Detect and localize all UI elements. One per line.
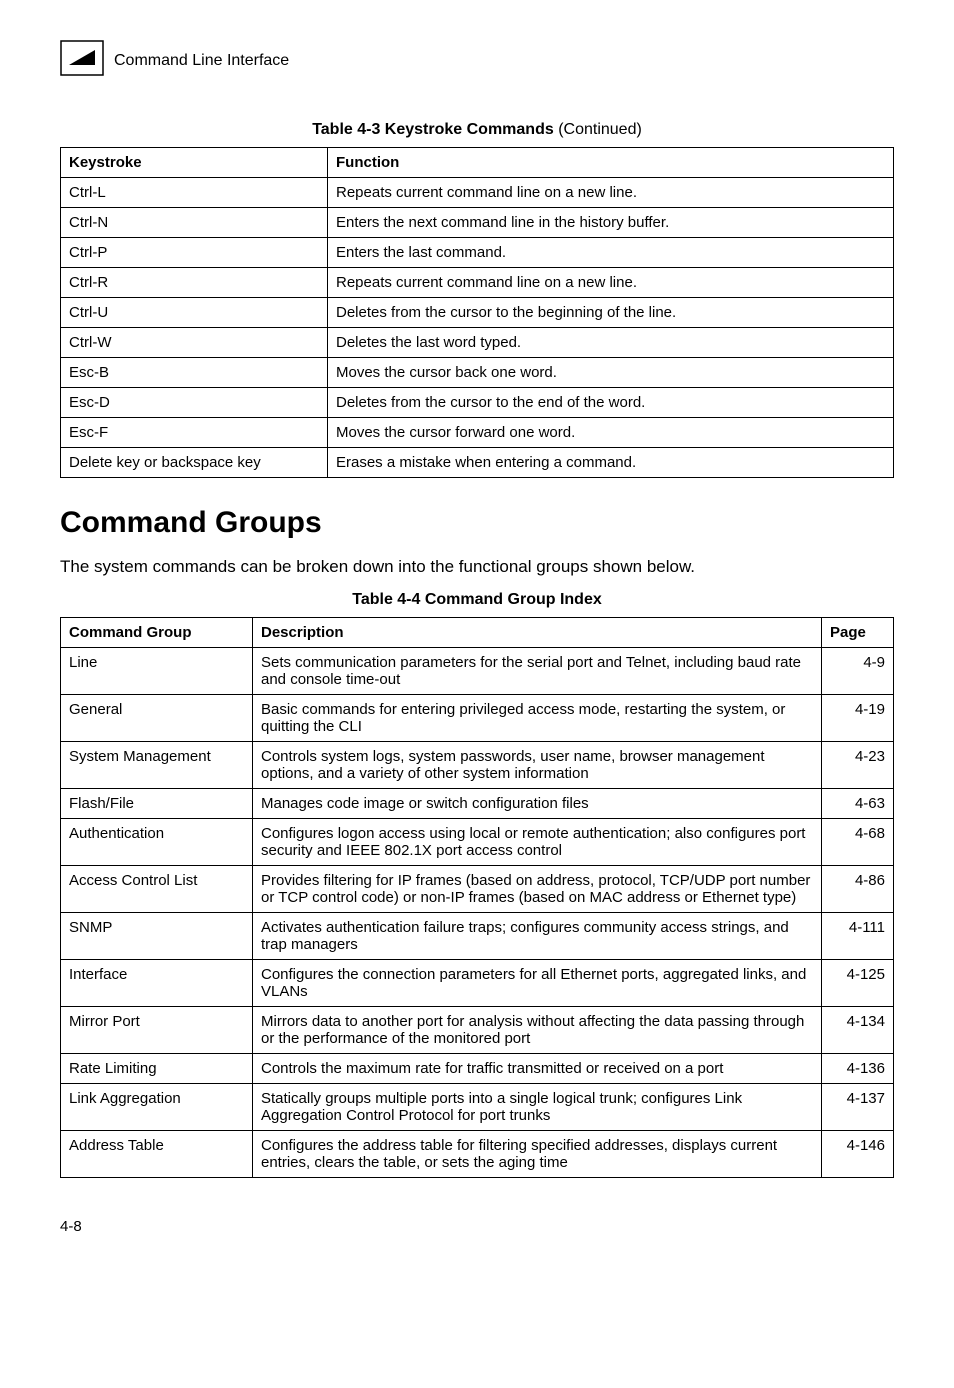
- group-cell: Authentication: [61, 819, 253, 866]
- keystroke-cell: Delete key or backspace key: [61, 448, 328, 478]
- section-heading: Command Groups: [60, 506, 894, 540]
- keystroke-cell: Esc-F: [61, 418, 328, 448]
- table-row: GeneralBasic commands for entering privi…: [61, 695, 894, 742]
- description-cell: Configures logon access using local or r…: [253, 819, 822, 866]
- page-cell: 4-146: [822, 1131, 894, 1178]
- table-row: Ctrl-UDeletes from the cursor to the beg…: [61, 298, 894, 328]
- function-cell: Repeats current command line on a new li…: [328, 178, 894, 208]
- description-cell: Sets communication parameters for the se…: [253, 648, 822, 695]
- keystroke-table: Keystroke Function Ctrl-LRepeats current…: [60, 147, 894, 478]
- page-cell: 4-134: [822, 1007, 894, 1054]
- col-description: Description: [253, 618, 822, 648]
- description-cell: Basic commands for entering privileged a…: [253, 695, 822, 742]
- page-cell: 4-19: [822, 695, 894, 742]
- page-cell: 4-23: [822, 742, 894, 789]
- group-cell: SNMP: [61, 913, 253, 960]
- group-cell: Interface: [61, 960, 253, 1007]
- section-intro: The system commands can be broken down i…: [60, 557, 894, 577]
- table-row: InterfaceConfigures the connection param…: [61, 960, 894, 1007]
- page-cell: 4-86: [822, 866, 894, 913]
- keystroke-cell: Ctrl-N: [61, 208, 328, 238]
- description-cell: Controls the maximum rate for traffic tr…: [253, 1054, 822, 1084]
- table-row: LineSets communication parameters for th…: [61, 648, 894, 695]
- page-cell: 4-9: [822, 648, 894, 695]
- table-header-row: Keystroke Function: [61, 148, 894, 178]
- table-row: System ManagementControls system logs, s…: [61, 742, 894, 789]
- col-keystroke: Keystroke: [61, 148, 328, 178]
- command-group-table: Command Group Description Page LineSets …: [60, 617, 894, 1178]
- keystroke-cell: Ctrl-R: [61, 268, 328, 298]
- table-row: Flash/FileManages code image or switch c…: [61, 789, 894, 819]
- table-row: Esc-BMoves the cursor back one word.: [61, 358, 894, 388]
- keystroke-cell: Ctrl-W: [61, 328, 328, 358]
- table-row: Ctrl-WDeletes the last word typed.: [61, 328, 894, 358]
- page-cell: 4-111: [822, 913, 894, 960]
- page-number: 4-8: [60, 1218, 894, 1235]
- keystroke-cell: Ctrl-P: [61, 238, 328, 268]
- page-cell: 4-137: [822, 1084, 894, 1131]
- table1-caption: Table 4-3 Keystroke Commands (Continued): [60, 121, 894, 139]
- function-cell: Erases a mistake when entering a command…: [328, 448, 894, 478]
- group-cell: Flash/File: [61, 789, 253, 819]
- keystroke-cell: Esc-B: [61, 358, 328, 388]
- group-cell: General: [61, 695, 253, 742]
- page-header: Command Line Interface: [60, 40, 894, 81]
- table-row: Address TableConfigures the address tabl…: [61, 1131, 894, 1178]
- function-cell: Enters the last command.: [328, 238, 894, 268]
- table-row: Ctrl-PEnters the last command.: [61, 238, 894, 268]
- group-cell: Line: [61, 648, 253, 695]
- table2-caption: Table 4-4 Command Group Index: [60, 591, 894, 609]
- group-cell: Access Control List: [61, 866, 253, 913]
- header-label: Command Line Interface: [114, 52, 289, 70]
- description-cell: Controls system logs, system passwords, …: [253, 742, 822, 789]
- col-page: Page: [822, 618, 894, 648]
- keystroke-cell: Ctrl-U: [61, 298, 328, 328]
- tab-icon: [60, 40, 104, 81]
- page-cell: 4-68: [822, 819, 894, 866]
- group-cell: Rate Limiting: [61, 1054, 253, 1084]
- description-cell: Provides filtering for IP frames (based …: [253, 866, 822, 913]
- function-cell: Repeats current command line on a new li…: [328, 268, 894, 298]
- page-cell: 4-63: [822, 789, 894, 819]
- keystroke-cell: Ctrl-L: [61, 178, 328, 208]
- table-row: Esc-FMoves the cursor forward one word.: [61, 418, 894, 448]
- caption-suffix: (Continued): [554, 121, 642, 138]
- function-cell: Moves the cursor forward one word.: [328, 418, 894, 448]
- description-cell: Configures the connection parameters for…: [253, 960, 822, 1007]
- keystroke-cell: Esc-D: [61, 388, 328, 418]
- description-cell: Manages code image or switch configurati…: [253, 789, 822, 819]
- description-cell: Mirrors data to another port for analysi…: [253, 1007, 822, 1054]
- table-row: Esc-DDeletes from the cursor to the end …: [61, 388, 894, 418]
- table-row: Link AggregationStatically groups multip…: [61, 1084, 894, 1131]
- table-header-row: Command Group Description Page: [61, 618, 894, 648]
- group-cell: System Management: [61, 742, 253, 789]
- table-row: Rate LimitingControls the maximum rate f…: [61, 1054, 894, 1084]
- group-cell: Link Aggregation: [61, 1084, 253, 1131]
- page-cell: 4-125: [822, 960, 894, 1007]
- table-row: Ctrl-NEnters the next command line in th…: [61, 208, 894, 238]
- function-cell: Deletes from the cursor to the end of th…: [328, 388, 894, 418]
- table-row: SNMPActivates authentication failure tra…: [61, 913, 894, 960]
- function-cell: Moves the cursor back one word.: [328, 358, 894, 388]
- table-row: Access Control ListProvides filtering fo…: [61, 866, 894, 913]
- function-cell: Deletes the last word typed.: [328, 328, 894, 358]
- table-row: AuthenticationConfigures logon access us…: [61, 819, 894, 866]
- table-row: Delete key or backspace keyErases a mist…: [61, 448, 894, 478]
- description-cell: Configures the address table for filteri…: [253, 1131, 822, 1178]
- table-row: Ctrl-LRepeats current command line on a …: [61, 178, 894, 208]
- caption-bold: Table 4-3 Keystroke Commands: [312, 121, 554, 138]
- col-command-group: Command Group: [61, 618, 253, 648]
- group-cell: Mirror Port: [61, 1007, 253, 1054]
- function-cell: Deletes from the cursor to the beginning…: [328, 298, 894, 328]
- col-function: Function: [328, 148, 894, 178]
- function-cell: Enters the next command line in the hist…: [328, 208, 894, 238]
- group-cell: Address Table: [61, 1131, 253, 1178]
- table-row: Mirror PortMirrors data to another port …: [61, 1007, 894, 1054]
- description-cell: Statically groups multiple ports into a …: [253, 1084, 822, 1131]
- table-row: Ctrl-RRepeats current command line on a …: [61, 268, 894, 298]
- page-cell: 4-136: [822, 1054, 894, 1084]
- description-cell: Activates authentication failure traps; …: [253, 913, 822, 960]
